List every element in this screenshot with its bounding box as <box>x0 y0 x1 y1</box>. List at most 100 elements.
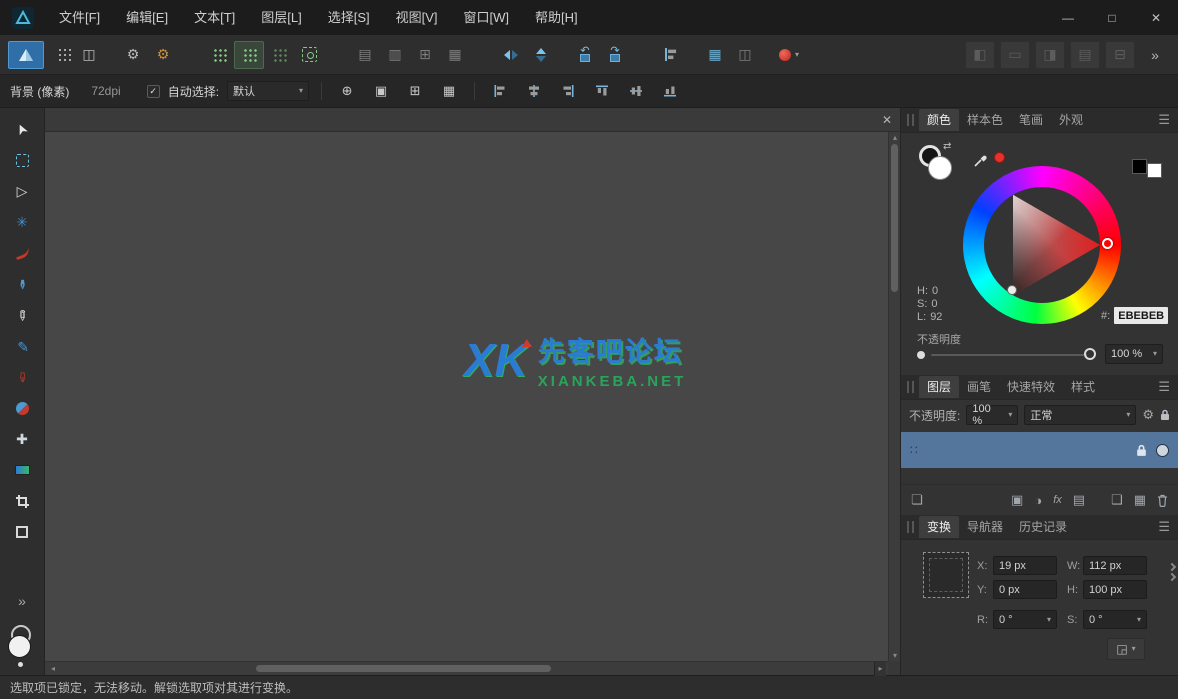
toolbar-button-a[interactable]: ▤ <box>350 41 380 69</box>
align-left-button[interactable] <box>487 80 513 102</box>
toolbar-button-d[interactable]: ▦ <box>440 41 470 69</box>
tab-navigator[interactable]: 导航器 <box>959 516 1011 538</box>
tab-swatches[interactable]: 样本色 <box>959 109 1011 131</box>
fill-stroke-indicator[interactable]: ⇄ <box>919 145 961 187</box>
panel-collapse-handle[interactable] <box>1169 564 1175 580</box>
opacity-dropdown[interactable]: 100 %▾ <box>1105 344 1163 364</box>
x-input[interactable]: 19 px <box>993 556 1057 575</box>
blend-options-gear-icon[interactable]: ⚙ <box>1142 407 1154 423</box>
quick-color-button[interactable]: ▾ <box>774 41 804 69</box>
trash-icon[interactable] <box>1157 494 1168 507</box>
disabled-button-3[interactable]: ◨ <box>1035 41 1065 69</box>
lock-icon[interactable] <box>1160 409 1170 421</box>
fill-stroke-chips[interactable] <box>7 625 37 665</box>
tab-layers[interactable]: 图层 <box>919 376 959 398</box>
snap-grid-button-3[interactable] <box>264 41 294 69</box>
panel-menu-icon[interactable]: ☰ <box>1158 112 1170 128</box>
close-button[interactable]: ✕ <box>1134 0 1178 35</box>
new-layer-icon[interactable]: ❑ <box>1111 492 1123 508</box>
panel-menu-icon[interactable]: ☰ <box>1158 519 1170 535</box>
disabled-button-2[interactable]: ▭ <box>1000 41 1030 69</box>
align-middle-button[interactable] <box>623 80 649 102</box>
shade-marker[interactable] <box>1007 285 1017 295</box>
toolbar-button-b[interactable]: ▥ <box>380 41 410 69</box>
snap-grid-button-2[interactable] <box>234 41 264 69</box>
rotate-cw-button[interactable]: ↷ <box>600 41 630 69</box>
gear-button-2[interactable]: ⚙ <box>148 41 178 69</box>
gear-button-1[interactable]: ⚙ <box>118 41 148 69</box>
red-curve-tool[interactable] <box>8 240 36 266</box>
panel-grip-icon[interactable] <box>907 114 914 126</box>
artboard-tool[interactable] <box>8 147 36 173</box>
blend-mode-dropdown[interactable]: 正常▾ <box>1024 405 1136 425</box>
tab-history[interactable]: 历史记录 <box>1011 516 1075 538</box>
opacity-slider[interactable] <box>931 354 1087 356</box>
scroll-left-icon[interactable]: ◂ <box>47 662 59 676</box>
w-input[interactable]: 112 px <box>1083 556 1147 575</box>
tab-styles[interactable]: 样式 <box>1063 376 1103 398</box>
rotation-dropdown[interactable]: 0 °▾ <box>993 610 1057 629</box>
tab-appearance[interactable]: 外观 <box>1051 109 1091 131</box>
tools-overflow-button[interactable]: » <box>8 588 36 614</box>
shape-tool[interactable] <box>8 519 36 545</box>
y-input[interactable]: 0 px <box>993 580 1057 599</box>
menu-edit[interactable]: 编辑[E] <box>113 0 181 35</box>
move-anchor-button[interactable]: ⊕ <box>334 80 360 102</box>
adjustment-icon[interactable]: ◑ <box>1034 493 1042 508</box>
move-tool[interactable]: ➤ <box>8 116 36 142</box>
align-top-button[interactable] <box>589 80 615 102</box>
export-persona-button[interactable]: ◫ <box>74 41 104 69</box>
selection-brush-tool[interactable]: ✳ <box>8 209 36 235</box>
color-wheel[interactable] <box>963 166 1121 324</box>
rotate-ccw-button[interactable]: ↶ <box>570 41 600 69</box>
align-bottom-button[interactable] <box>657 80 683 102</box>
clone-tool[interactable] <box>8 395 36 421</box>
pen-tool[interactable]: ✒ <box>8 271 36 297</box>
arrange-button-1[interactable]: ▦ <box>700 41 730 69</box>
arrange-button-2[interactable]: ◫ <box>730 41 760 69</box>
menu-text[interactable]: 文本[T] <box>181 0 248 35</box>
brush-tool[interactable]: ✐ <box>8 333 36 359</box>
align-center-button[interactable] <box>521 80 547 102</box>
anchor-point-button[interactable]: ◲ ▾ <box>1107 638 1145 660</box>
minimize-button[interactable]: — <box>1046 0 1090 35</box>
auto-select-dropdown[interactable]: 默认▾ <box>227 81 309 101</box>
tab-color[interactable]: 颜色 <box>919 109 959 131</box>
h-input[interactable]: 100 px <box>1083 580 1147 599</box>
erase-tool[interactable]: ✑ <box>8 364 36 390</box>
swap-colors-icon[interactable]: ⇄ <box>943 141 951 152</box>
layer-mask-icon[interactable]: ▤ <box>1073 492 1085 508</box>
recent-color-icon[interactable] <box>994 152 1005 163</box>
liquify-persona-button[interactable] <box>44 41 74 69</box>
disabled-button-1[interactable]: ◧ <box>965 41 995 69</box>
photo-persona-button[interactable] <box>8 41 44 69</box>
panel-grip-icon[interactable] <box>907 521 914 533</box>
vertical-scrollbar[interactable]: ▴ ▾ <box>888 132 900 661</box>
horizontal-scrollbar[interactable]: ◂ ▸ <box>45 661 888 675</box>
layer-lock-icon[interactable] <box>1136 444 1147 457</box>
disabled-button-5[interactable]: ⊟ <box>1105 41 1135 69</box>
rotation-snap-button[interactable] <box>294 41 324 69</box>
healing-tool[interactable]: ✚ <box>8 426 36 452</box>
disabled-button-4[interactable]: ▤ <box>1070 41 1100 69</box>
auto-select-checkbox[interactable]: ✓ <box>147 85 160 98</box>
menu-select[interactable]: 选择[S] <box>315 0 383 35</box>
shear-dropdown[interactable]: 0 °▾ <box>1083 610 1147 629</box>
alignment-button[interactable] <box>656 41 686 69</box>
menu-window[interactable]: 窗口[W] <box>451 0 523 35</box>
fill-layer-icon[interactable]: ▣ <box>1011 492 1023 508</box>
toolbar-button-c[interactable]: ⊞ <box>410 41 440 69</box>
snap-box-button[interactable]: ▣ <box>368 80 394 102</box>
layer-row-background[interactable]: ∷ <box>901 432 1178 468</box>
vertical-scroll-thumb[interactable] <box>891 144 898 292</box>
snap-bounds-button[interactable]: ⊞ <box>402 80 428 102</box>
flip-vertical-button[interactable] <box>526 41 556 69</box>
toolbar-overflow-button[interactable]: » <box>1140 41 1170 69</box>
scroll-right-icon[interactable]: ▸ <box>874 662 886 676</box>
snap-grid-button-1[interactable] <box>204 41 234 69</box>
menu-help[interactable]: 帮助[H] <box>522 0 591 35</box>
crop-tool[interactable] <box>8 488 36 514</box>
tab-transform[interactable]: 变换 <box>919 516 959 538</box>
align-right-button[interactable] <box>555 80 581 102</box>
canvas[interactable]: XK 先客吧论坛 XIANKEBA.NET <box>45 132 900 675</box>
